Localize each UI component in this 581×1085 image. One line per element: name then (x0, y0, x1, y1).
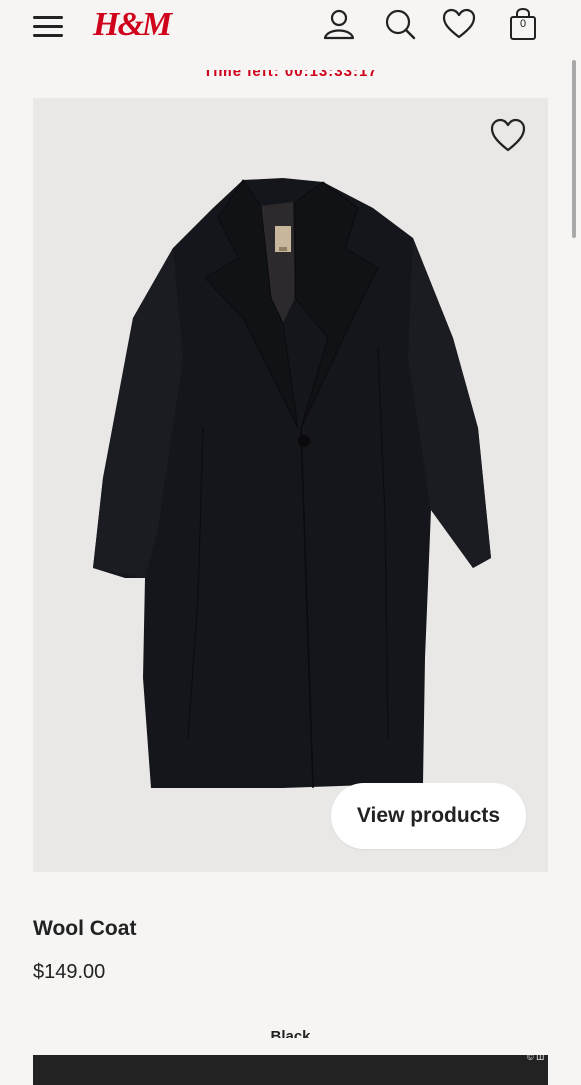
cart-count: 0 (519, 18, 527, 30)
product-price: $149.00 (33, 961, 106, 983)
user-icon[interactable] (321, 6, 357, 42)
product-image[interactable] (33, 98, 548, 872)
logo[interactable]: H&M (93, 8, 172, 42)
product-name[interactable]: Wool Coat (33, 917, 136, 941)
search-icon[interactable] (382, 6, 418, 42)
heart-icon[interactable] (441, 6, 477, 42)
hamburger-menu-icon[interactable] (33, 14, 63, 38)
shopping-bag-icon[interactable]: 0 (505, 6, 541, 42)
timer-text: Time left: 00:13:33:17 (203, 63, 378, 80)
color-label: Black (0, 1026, 581, 1038)
coat-image (93, 178, 491, 789)
view-products-button[interactable]: View products (331, 783, 526, 849)
favorite-heart-icon[interactable] (488, 116, 528, 156)
countdown-timer: Time left: 00:13:33:17 (0, 58, 581, 80)
watermark: © Ш (527, 1052, 545, 1062)
header: H&M 0 (0, 0, 581, 52)
add-to-bag-bar[interactable] (33, 1055, 548, 1085)
color-text: Black (270, 1028, 311, 1038)
scrollbar[interactable] (572, 60, 576, 238)
